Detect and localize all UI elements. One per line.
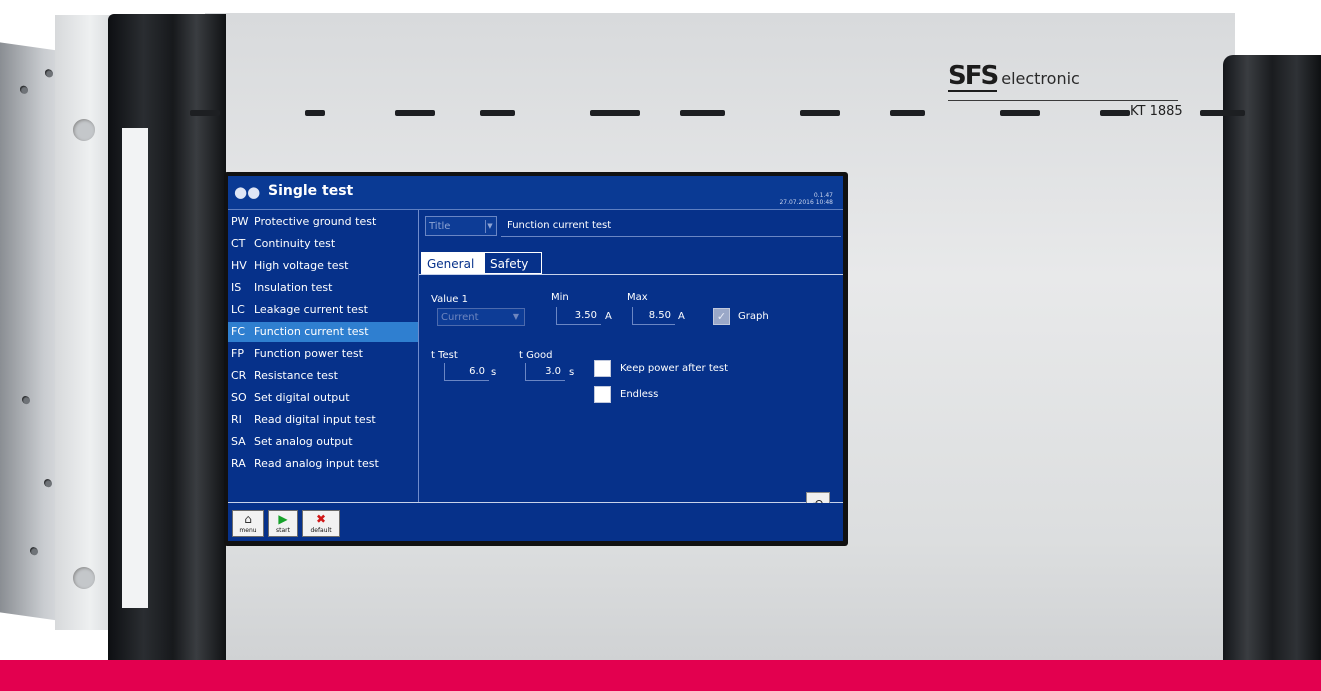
screen-header: ●​● Single test 0.1.47 27.07.2016 10:48 <box>228 176 843 210</box>
test-editor: Title ▼ Function current test General Sa… <box>419 210 843 502</box>
version-info: 0.1.47 27.07.2016 10:48 <box>779 192 833 206</box>
touch-screen: ●​● Single test 0.1.47 27.07.2016 10:48 … <box>228 176 843 541</box>
sidebar-item-fp[interactable]: FP Function power test <box>228 344 418 364</box>
tgood-input[interactable]: 3.0 <box>525 363 565 381</box>
menu-button[interactable]: ⌂ menu <box>232 510 264 537</box>
datetime: 27.07.2016 10:48 <box>779 199 833 206</box>
page-title: Single test <box>268 183 354 199</box>
play-icon: ▶ <box>278 512 288 526</box>
screw <box>20 85 28 95</box>
right-handle <box>1223 55 1321 665</box>
value1-select[interactable]: Current ▼ <box>437 308 525 326</box>
keep-power-label: Keep power after test <box>620 363 729 374</box>
graph-checkbox[interactable]: ✓ <box>713 308 730 325</box>
min-unit: A <box>605 311 612 322</box>
sidebar-item-pw[interactable]: PW Protective ground test <box>228 212 418 232</box>
title-input[interactable]: Function current test <box>501 216 841 237</box>
default-button[interactable]: ✖ default <box>302 510 340 537</box>
screw <box>45 68 53 78</box>
checkmark-icon: ✓ <box>716 310 727 323</box>
sidebar-item-sa[interactable]: SA Set analog output <box>228 432 418 452</box>
home-icon: ⌂ <box>244 512 252 526</box>
chevron-down-icon: ▼ <box>512 312 520 321</box>
start-button[interactable]: ▶ start <box>268 510 298 537</box>
endless-label: Endless <box>620 389 659 400</box>
tgood-unit: s <box>569 367 575 378</box>
sidebar-item-hv[interactable]: HV High voltage test <box>228 256 418 276</box>
value1-label: Value 1 <box>431 294 469 305</box>
chevron-down-icon: ▼ <box>485 220 494 233</box>
sidebar-item-lc[interactable]: LC Leakage current test <box>228 300 418 320</box>
min-label: Min <box>551 292 569 303</box>
sidebar-item-so[interactable]: SO Set digital output <box>228 388 418 408</box>
sidebar-item-ct[interactable]: CT Continuity test <box>228 234 418 254</box>
sidebar-item-fc[interactable]: FC Function current test <box>228 322 418 342</box>
screw <box>30 546 38 556</box>
max-label: Max <box>627 292 648 303</box>
brand-logo: SFS electronic <box>948 62 1080 92</box>
sidebar-item-ri[interactable]: RI Read digital input test <box>228 410 418 430</box>
tab-divider <box>419 274 843 275</box>
tgood-label: t Good <box>519 350 553 361</box>
test-list: PW Protective ground test CT Continuity te… <box>228 210 419 502</box>
max-input[interactable]: 8.50 <box>632 307 675 325</box>
sidebar-item-ra[interactable]: RA Read analog input test <box>228 454 418 474</box>
mount-hole <box>73 567 95 589</box>
screw <box>22 395 30 405</box>
endless-checkbox[interactable] <box>594 386 611 403</box>
sidebar-item-is[interactable]: IS Insulation test <box>228 278 418 298</box>
model-number: KT 1885 <box>1130 104 1183 119</box>
ttest-input[interactable]: 6.0 <box>444 363 489 381</box>
graph-label: Graph <box>738 311 769 322</box>
version-number: 0.1.47 <box>813 192 833 199</box>
tab-safety[interactable]: Safety <box>484 252 542 274</box>
max-unit: A <box>678 311 685 322</box>
vent-slits <box>40 110 1320 124</box>
keep-power-checkbox[interactable] <box>594 360 611 377</box>
ttest-unit: s <box>491 367 497 378</box>
title-select[interactable]: Title ▼ <box>425 216 497 236</box>
tab-general[interactable]: General <box>421 252 484 274</box>
brand-text: electronic <box>1001 69 1080 88</box>
brand-band <box>0 660 1321 691</box>
brand-mark: SFS <box>948 61 999 92</box>
ttest-label: t Test <box>431 350 458 361</box>
ear-inner-strip <box>122 128 148 608</box>
logo-underline <box>948 100 1178 101</box>
cluster-icon: ●​● <box>234 183 261 201</box>
sidebar-item-cr[interactable]: CR Resistance test <box>228 366 418 386</box>
reset-x-icon: ✖ <box>315 512 327 526</box>
bottom-toolbar: ⌂ menu ▶ start ✖ default <box>228 503 843 541</box>
screw <box>44 478 52 488</box>
min-input[interactable]: 3.50 <box>556 307 601 325</box>
